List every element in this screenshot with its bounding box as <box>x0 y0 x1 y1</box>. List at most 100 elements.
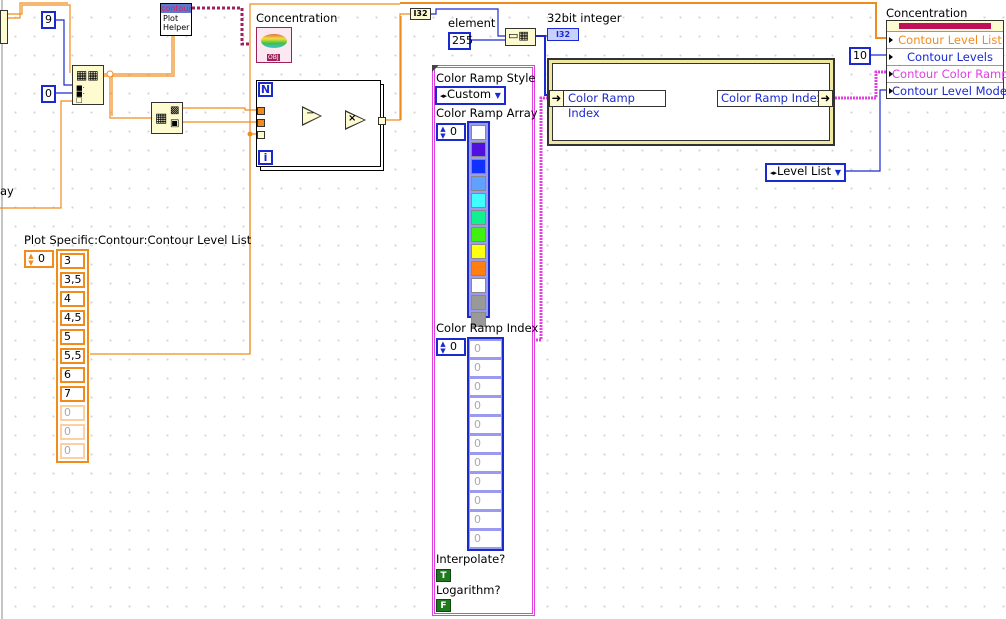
property-node-title: Concentration <box>886 6 968 20</box>
color-ramp-index-index[interactable]: ▲ ▼ 0 <box>436 338 466 356</box>
index-value: 0 <box>450 340 457 353</box>
level-mode-value: Level List <box>777 164 832 178</box>
element-label: element <box>448 16 496 30</box>
level-list-empty-element[interactable]: 0 <box>60 405 85 421</box>
level-list-empty-element[interactable]: 0 <box>60 443 85 459</box>
chevron-down-icon: ▼ <box>834 168 841 177</box>
property-contour-level-mode[interactable]: Contour Level Mode <box>887 82 1006 99</box>
subtract-icon: − <box>306 108 315 119</box>
plot-helper-node[interactable]: contour Plot Helper <box>160 3 192 36</box>
obj-text: OBJ <box>267 54 280 61</box>
color-ramp-array-label: Color Ramp Array <box>436 106 538 120</box>
level-list-index[interactable]: ▲ ▼ 0 <box>24 250 54 268</box>
color-ramp-index-element[interactable]: 0 <box>470 474 501 490</box>
loop-count-terminal[interactable]: N <box>258 82 273 97</box>
color-swatch[interactable] <box>471 142 486 157</box>
color-ramp-index-element[interactable]: 0 <box>470 360 501 376</box>
color-ramp-index-array[interactable]: 0 0 0 0 0 0 0 0 0 0 0 <box>467 337 504 551</box>
replace-array-subset-node[interactable]: ▦▦ ■· ■· □ <box>72 65 104 105</box>
level-list-element[interactable]: 4 <box>60 291 85 307</box>
property-contour-level-list[interactable]: Contour Level List <box>887 31 1003 48</box>
property-contour-color-ramp[interactable]: Contour Color Ramp <box>887 65 1006 82</box>
size-icon: ▩ ▣ <box>170 105 180 129</box>
iteration-terminal: i <box>258 150 273 165</box>
index-terminals-icon: ■· ■· □ <box>76 84 85 104</box>
color-swatch[interactable] <box>471 295 486 310</box>
multiply-icon: × <box>348 113 357 124</box>
color-swatch[interactable] <box>471 244 486 259</box>
color-ramp-index-element[interactable]: 0 <box>470 417 501 433</box>
auto-index-tunnel <box>257 131 265 139</box>
build-array-icon: ▭▦ <box>508 29 529 42</box>
color-ramp-index-element[interactable]: 0 <box>470 436 501 452</box>
property-node[interactable]: Contour Level List Contour Levels Contou… <box>886 20 1006 99</box>
int32-indicator-label: 32bit integer <box>547 11 622 25</box>
level-mode-enum[interactable]: ◂▸Level List ▼ <box>765 163 846 182</box>
color-ramp-index-element[interactable]: 0 <box>470 398 501 414</box>
spinner-icon[interactable]: ▲ ▼ <box>439 341 447 355</box>
style-value: Custom <box>447 87 492 101</box>
level-list-array[interactable]: 3 3,5 4 4,5 5 5,5 6 7 0 0 0 <box>56 249 89 463</box>
constant-9[interactable]: 9 <box>41 11 56 29</box>
level-list-element[interactable]: 7 <box>60 386 85 402</box>
index-value: 0 <box>38 252 45 265</box>
color-swatch[interactable] <box>471 261 486 276</box>
color-ramp-index-element[interactable]: 0 <box>470 379 501 395</box>
level-list-label: Plot Specific:Contour:Contour Level List <box>24 233 252 247</box>
array-node-partial[interactable] <box>0 10 8 44</box>
color-swatch[interactable] <box>471 159 486 174</box>
contour-plot-refnum-icon[interactable]: OBJ <box>256 27 292 63</box>
array-icon: ▦▦ <box>76 68 99 82</box>
color-ramp-index-element[interactable]: 0 <box>470 512 501 528</box>
int32-indicator[interactable]: I32 <box>547 28 579 41</box>
level-list-element[interactable]: 5,5 <box>60 348 85 364</box>
spinner-icon[interactable]: ▲ ▼ <box>27 253 35 267</box>
color-swatch[interactable] <box>471 210 486 225</box>
level-list-element[interactable]: 3 <box>60 253 85 269</box>
color-ramp-index-element[interactable]: 0 <box>470 493 501 509</box>
logarithm-label: Logarithm? <box>436 583 501 597</box>
interpolate-toggle[interactable]: T <box>436 569 451 582</box>
logarithm-toggle[interactable]: F <box>436 599 451 612</box>
enum-arrows-icon: ◂▸ <box>440 92 448 100</box>
color-swatch[interactable] <box>471 193 486 208</box>
chevron-down-icon: ▼ <box>494 91 501 100</box>
color-ramp-index-element[interactable]: 0 <box>470 341 501 357</box>
level-list-element[interactable]: 6 <box>60 367 85 383</box>
constant-0[interactable]: 0 <box>41 85 56 103</box>
element-constant[interactable]: 255 <box>448 32 473 50</box>
bundle-by-name-node[interactable]: Color Ramp Index ➜ <box>717 90 833 107</box>
color-swatch[interactable] <box>471 125 486 140</box>
color-swatch[interactable] <box>471 227 486 242</box>
color-ramp-style-label: Color Ramp Style <box>436 71 536 85</box>
arrow-icon: ➜ <box>550 91 564 106</box>
plot-helper-label: Plot Helper <box>163 14 190 32</box>
color-swatch[interactable] <box>471 278 486 293</box>
build-array-node[interactable]: ▭▦ <box>505 28 536 46</box>
level-list-element[interactable]: 3,5 <box>60 272 85 288</box>
concentration-label: Concentration <box>256 11 338 25</box>
to-i32-node[interactable]: I32 <box>410 8 431 20</box>
array-icon: ▦ <box>155 111 168 126</box>
property-contour-levels[interactable]: Contour Levels <box>887 48 1003 65</box>
level-list-element[interactable]: 5 <box>60 329 85 345</box>
enum-arrows-icon: ◂▸ <box>770 169 778 177</box>
output-tunnel <box>378 117 386 125</box>
input-tunnel <box>257 107 265 115</box>
array-size-node[interactable]: ▦ ▩ ▣ <box>151 102 183 134</box>
color-ramp-index-element[interactable]: 0 <box>470 531 501 547</box>
color-ramp-index-element[interactable]: 0 <box>470 455 501 471</box>
color-ramp-style-enum[interactable]: ◂▸Custom ▼ <box>435 86 506 105</box>
color-ramp-array[interactable] <box>467 121 490 327</box>
spinner-icon[interactable]: ▲ ▼ <box>439 126 447 140</box>
level-list-element[interactable]: 4,5 <box>60 310 85 326</box>
unbundle-by-name-node[interactable]: ➜ Color Ramp Index <box>549 90 666 120</box>
color-ramp-array-index[interactable]: ▲ ▼ 0 <box>436 123 466 141</box>
bundle-label: Color Ramp Index <box>721 91 824 105</box>
partial-label: ay <box>0 184 14 198</box>
level-list-empty-element[interactable]: 0 <box>60 424 85 440</box>
color-swatch[interactable] <box>471 176 486 191</box>
interpolate-label: Interpolate? <box>436 552 506 566</box>
plot-helper-class: contour <box>161 4 192 13</box>
contour-levels-constant[interactable]: 10 <box>849 47 871 65</box>
